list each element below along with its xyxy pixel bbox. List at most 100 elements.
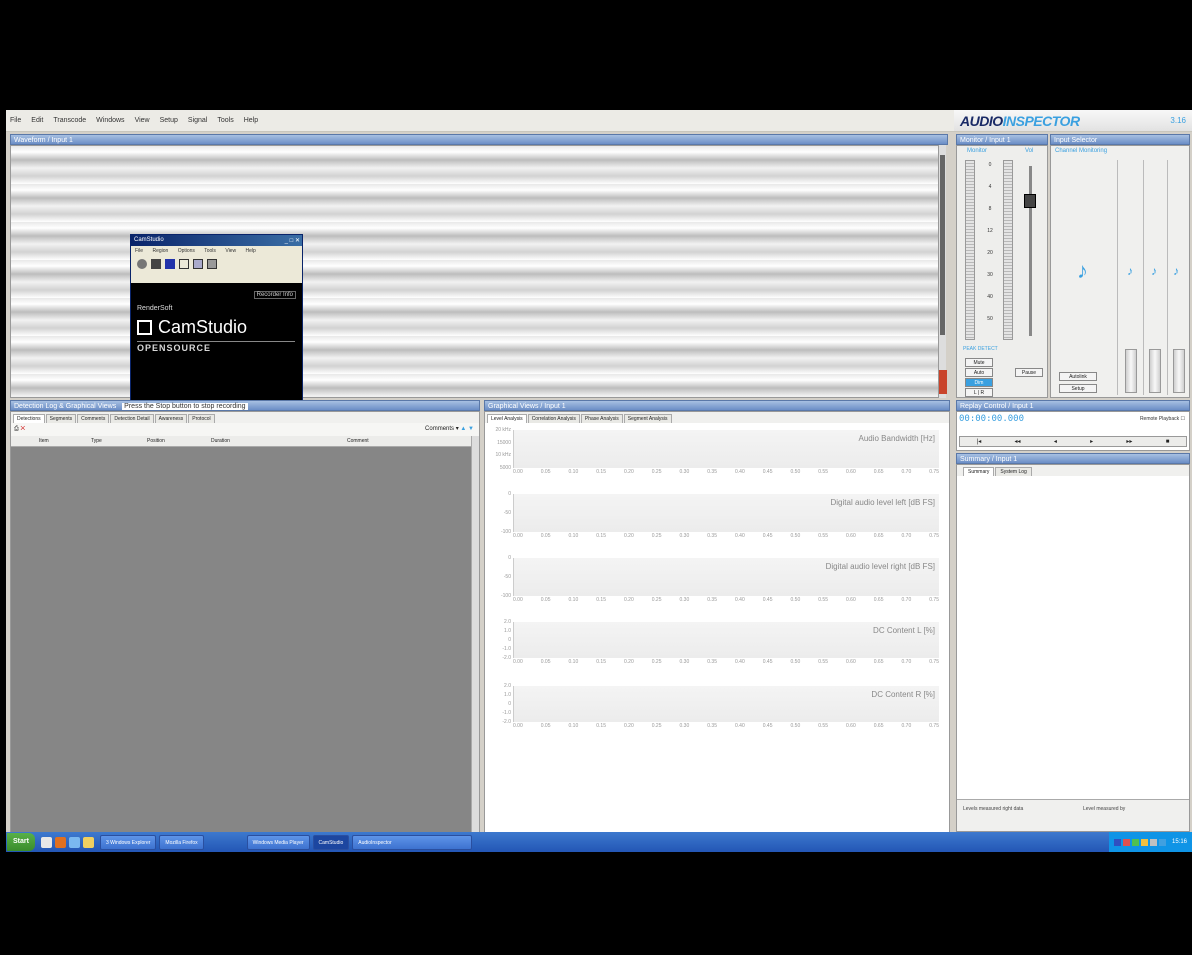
- menu-signal[interactable]: Signal: [188, 117, 207, 124]
- desktop-icon[interactable]: [40, 836, 52, 848]
- scrollbar-thumb[interactable]: [940, 155, 945, 335]
- col-duration[interactable]: Duration: [211, 436, 230, 447]
- tray-app-icon[interactable]: [1113, 838, 1121, 846]
- plot-area[interactable]: DC Content L [%]: [513, 622, 939, 658]
- col-position[interactable]: Position: [147, 436, 165, 447]
- camstudio-titlebar[interactable]: CamStudio _ □ ✕: [131, 235, 302, 246]
- volume-slider-track[interactable]: [1029, 166, 1032, 336]
- menu-transcode[interactable]: Transcode: [53, 117, 86, 124]
- col-type[interactable]: Type: [91, 436, 102, 447]
- col-comment[interactable]: Comment: [347, 436, 369, 447]
- recorder-info-link[interactable]: Recorder Info: [253, 291, 296, 299]
- tab-summary[interactable]: Summary: [963, 467, 995, 476]
- explorer-icon[interactable]: [68, 836, 80, 848]
- tray-app-icon[interactable]: [1122, 838, 1130, 846]
- levels-note: Levels measured right data: [963, 806, 1024, 812]
- auto-button[interactable]: Auto: [965, 368, 993, 377]
- detection-scrollbar[interactable]: [471, 436, 479, 832]
- fast-forward-button[interactable]: ▸▸: [1126, 437, 1132, 446]
- menu-help[interactable]: Help: [244, 117, 258, 124]
- menu-view[interactable]: View: [135, 117, 150, 124]
- setup-button[interactable]: Setup: [1059, 384, 1097, 393]
- folder-icon[interactable]: [82, 836, 94, 848]
- comments-dropdown[interactable]: Comments ▾ ▲ ▼: [425, 423, 474, 436]
- col-item[interactable]: Item: [39, 436, 49, 447]
- menu-file[interactable]: File: [10, 117, 21, 124]
- dim-button[interactable]: Dim: [965, 378, 993, 387]
- menu-setup[interactable]: Setup: [160, 117, 178, 124]
- plot-area[interactable]: DC Content R [%]: [513, 686, 939, 722]
- start-button[interactable]: Start: [7, 833, 35, 851]
- camstudio-menu-file[interactable]: File: [135, 248, 143, 254]
- arrow-down-icon[interactable]: ▼: [468, 426, 474, 432]
- tab-level-analysis[interactable]: Level Analysis: [487, 414, 527, 423]
- tab-protocol[interactable]: Protocol: [188, 414, 215, 423]
- camstudio-menu-tools[interactable]: Tools: [204, 248, 216, 254]
- region-icon[interactable]: [179, 259, 189, 269]
- plot-area[interactable]: Digital audio level left [dB FS]: [513, 494, 939, 532]
- play-button[interactable]: ▸: [1090, 437, 1093, 446]
- camstudio-menu-view[interactable]: View: [225, 248, 236, 254]
- delete-icon[interactable]: ✕: [20, 426, 25, 432]
- plot-area[interactable]: Audio Bandwidth [Hz]: [513, 430, 939, 468]
- plot-xtick: 0.45: [762, 597, 773, 603]
- tray-app-icon[interactable]: [1140, 838, 1148, 846]
- input-fader[interactable]: [1149, 349, 1161, 393]
- tab-correlation-analysis[interactable]: Correlation Analysis: [527, 414, 580, 423]
- stop-icon[interactable]: [165, 259, 175, 269]
- menu-bar: File Edit Transcode Windows View Setup S…: [6, 110, 954, 132]
- autolink-button[interactable]: Autolink: [1059, 372, 1097, 381]
- menu-windows[interactable]: Windows: [96, 117, 124, 124]
- music-note-icon[interactable]: ♪: [1151, 264, 1157, 278]
- tray-app-icon[interactable]: [1131, 838, 1139, 846]
- menu-edit[interactable]: Edit: [31, 117, 43, 124]
- remote-playback-checkbox[interactable]: Remote Playback ☐: [1140, 416, 1185, 422]
- network-icon[interactable]: [1158, 838, 1166, 846]
- camstudio-product: CamStudio: [137, 317, 247, 338]
- mute-button[interactable]: Mute: [965, 358, 993, 367]
- plot-area[interactable]: Digital audio level right [dB FS]: [513, 558, 939, 596]
- arrow-up-icon[interactable]: ▲: [460, 426, 466, 432]
- volume-icon[interactable]: [1149, 838, 1157, 846]
- letterbox-top: [0, 0, 1192, 110]
- camstudio-menu-region[interactable]: Region: [152, 248, 168, 254]
- task-firefox[interactable]: Mozilla Firefox: [159, 834, 204, 850]
- music-note-icon[interactable]: ♪: [1127, 264, 1133, 278]
- rewind-button[interactable]: ◂◂: [1015, 437, 1021, 446]
- input-fader[interactable]: [1173, 349, 1185, 393]
- stop-button[interactable]: ■: [1166, 437, 1170, 446]
- camstudio-menu-options[interactable]: Options: [178, 248, 195, 254]
- plot-xtick: 0.10: [568, 469, 579, 475]
- camstudio-menu-help[interactable]: Help: [245, 248, 255, 254]
- tab-segments[interactable]: Segments: [45, 414, 77, 423]
- music-note-icon[interactable]: ♪: [1173, 264, 1179, 278]
- tab-comments[interactable]: Comments: [77, 414, 110, 423]
- task-media-player[interactable]: Windows Media Player: [246, 834, 310, 850]
- firefox-icon[interactable]: [54, 836, 66, 848]
- skip-start-button[interactable]: |◂: [977, 437, 982, 446]
- tab-phase-analysis[interactable]: Phase Analysis: [580, 414, 623, 423]
- tab-system-log[interactable]: System Log: [995, 467, 1032, 476]
- record-icon[interactable]: [137, 259, 147, 269]
- music-note-icon[interactable]: ♪: [1077, 258, 1088, 284]
- tab-segment-analysis[interactable]: Segment Analysis: [623, 414, 672, 423]
- window-controls-icon[interactable]: _ □ ✕: [285, 236, 300, 247]
- pause-button[interactable]: Pause: [1015, 368, 1043, 377]
- step-back-button[interactable]: ◂: [1054, 437, 1057, 446]
- menu-tools[interactable]: Tools: [217, 117, 233, 124]
- pause-icon[interactable]: [151, 259, 161, 269]
- print-icon[interactable]: ⎙: [14, 426, 19, 432]
- monitor-icon[interactable]: [193, 259, 203, 269]
- task-camstudio[interactable]: CamStudio: [312, 834, 350, 850]
- waveform-scrollbar[interactable]: [938, 145, 947, 398]
- task-windows-explorer[interactable]: 3 Windows Explorer: [99, 834, 157, 850]
- tab-awareness[interactable]: Awareness: [154, 414, 188, 423]
- input-fader[interactable]: [1125, 349, 1137, 393]
- settings-icon[interactable]: [207, 259, 217, 269]
- channel-lr-button[interactable]: L | R: [965, 388, 993, 397]
- task-audioinspector[interactable]: AudioInspector: [352, 834, 473, 850]
- camstudio-window[interactable]: CamStudio _ □ ✕ File Region Options Tool…: [130, 234, 303, 401]
- volume-slider-knob[interactable]: [1024, 194, 1036, 208]
- tab-detections[interactable]: Detections: [13, 414, 45, 423]
- tab-detection-detail[interactable]: Detection Detail: [110, 414, 154, 423]
